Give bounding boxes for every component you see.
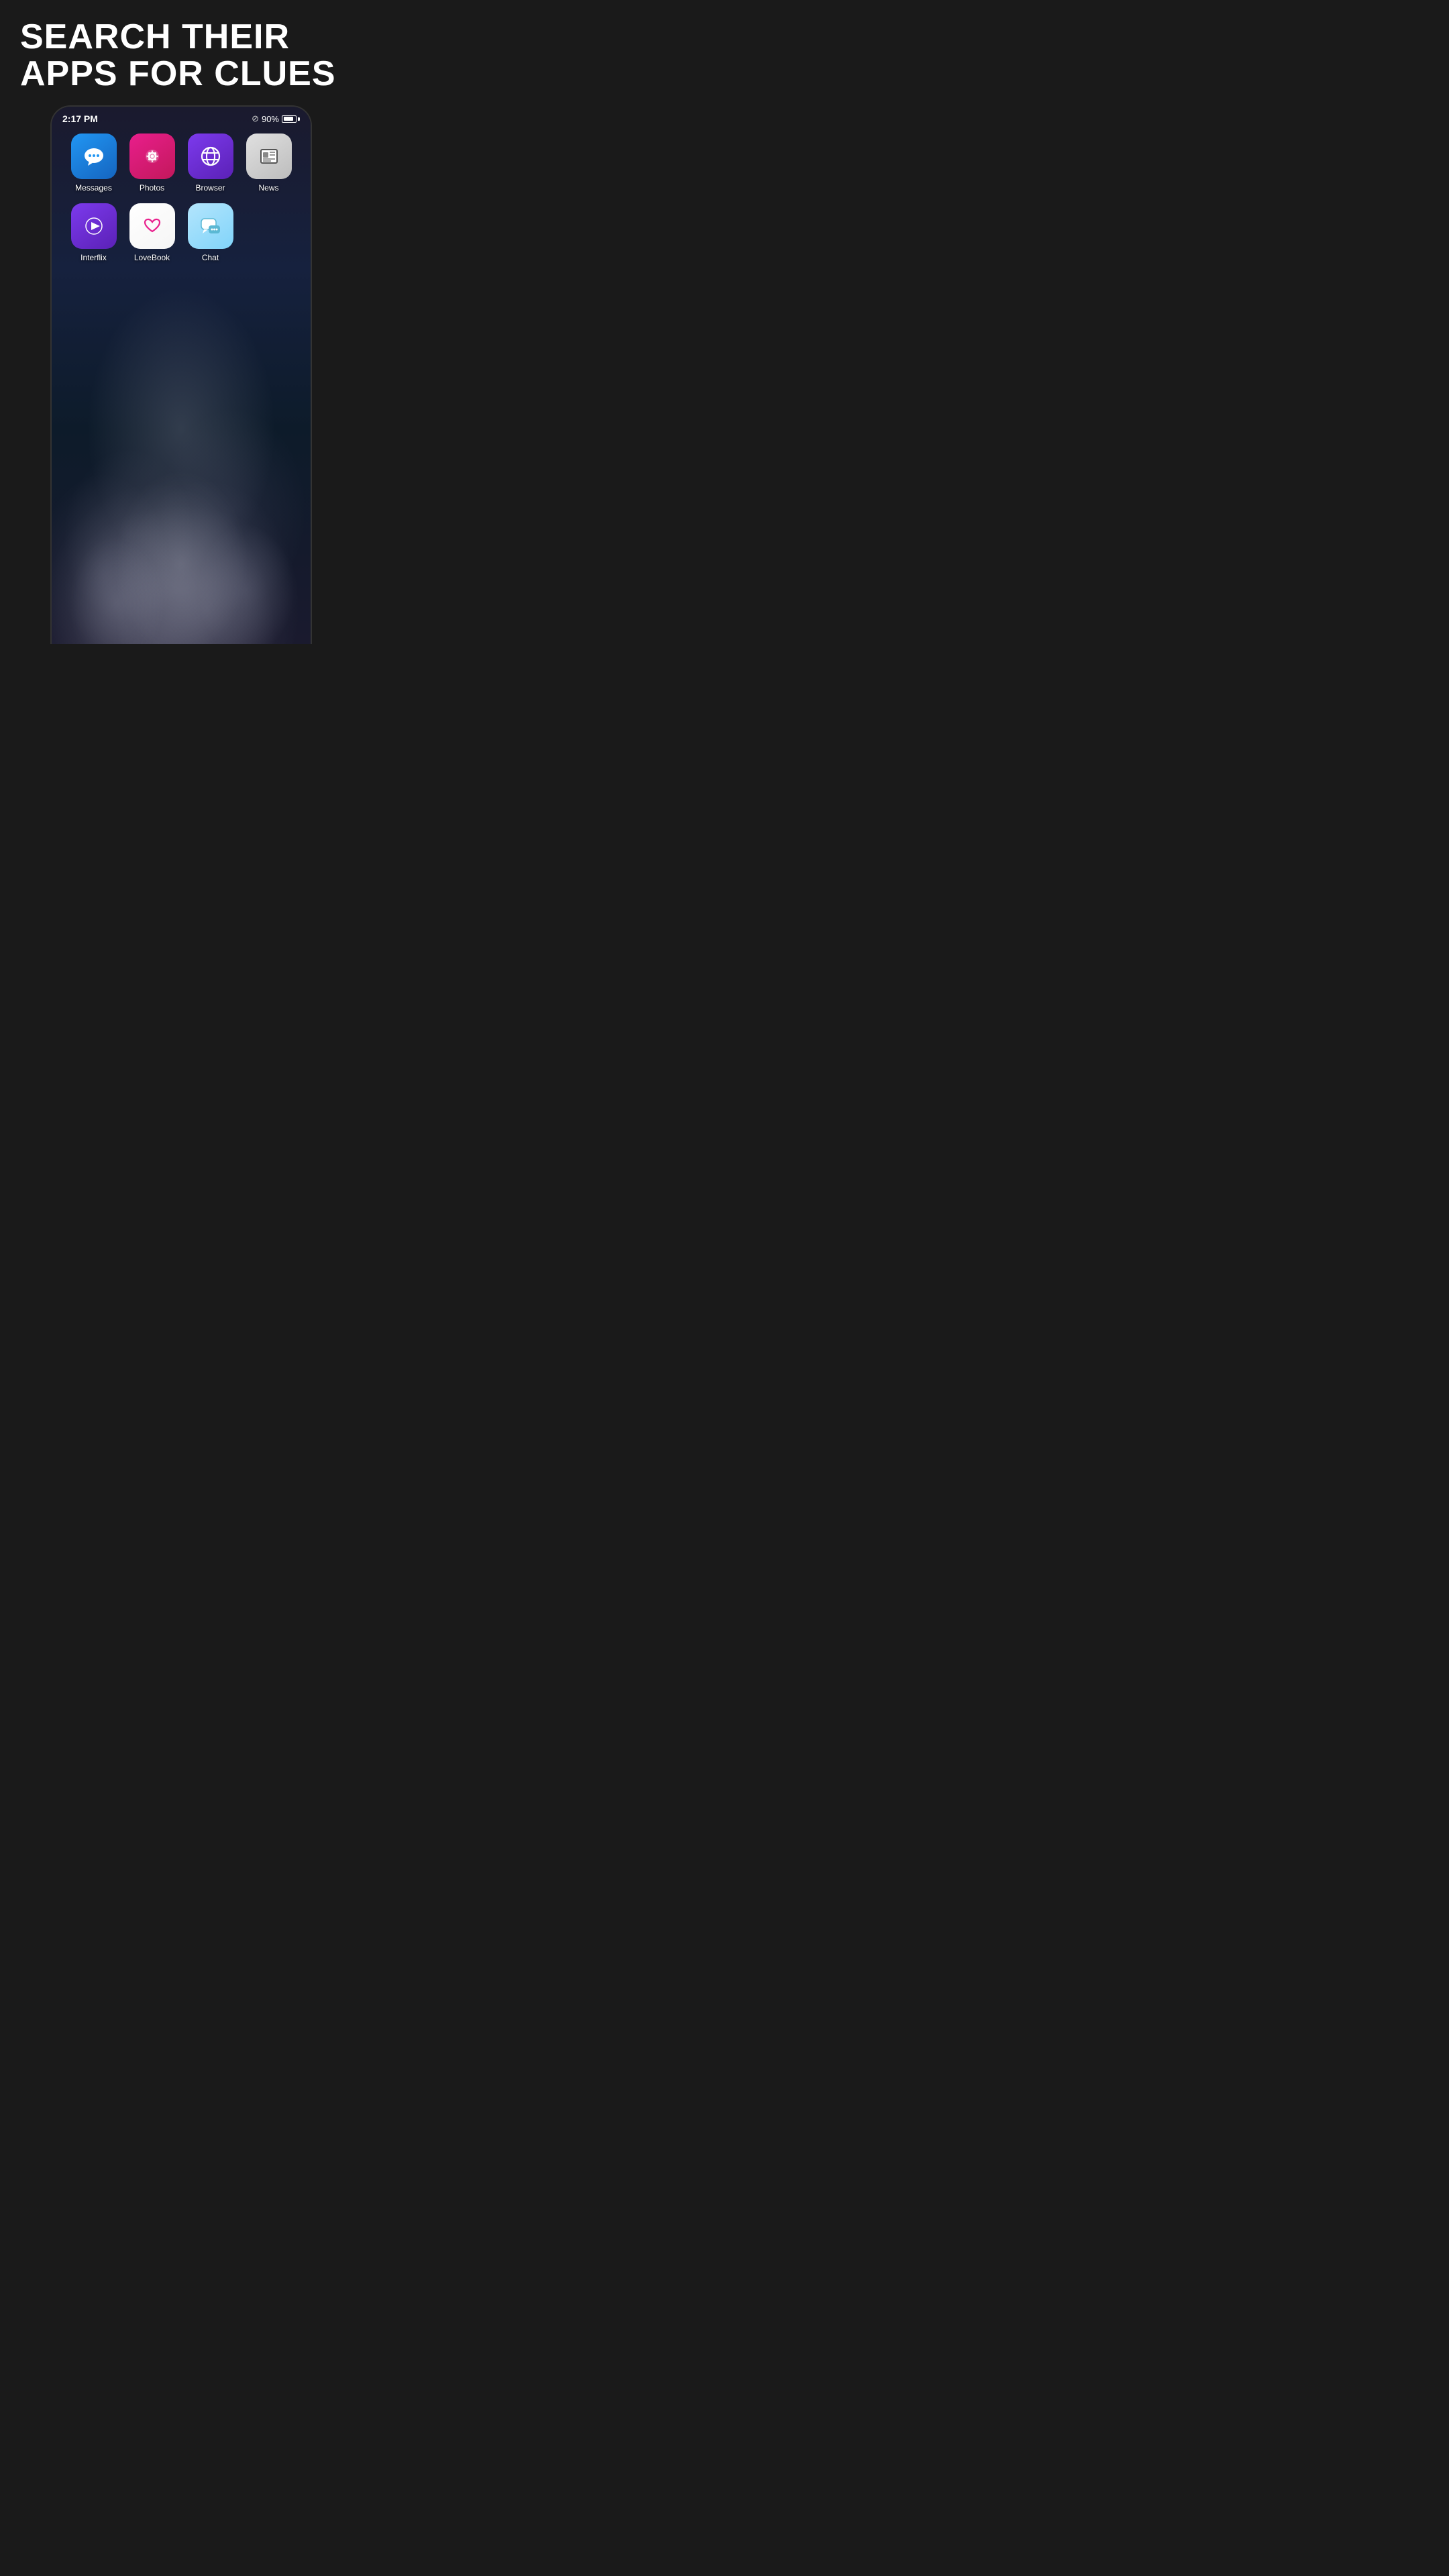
- battery-icon: [282, 115, 300, 123]
- apps-row-1: Messages: [52, 128, 311, 198]
- chat-label: Chat: [202, 253, 219, 262]
- battery-fill: [284, 117, 293, 121]
- chat-icon: [188, 203, 233, 249]
- headline-text: SEARCH THEIR APPS FOR CLUES: [20, 19, 342, 92]
- news-label: News: [258, 183, 278, 193]
- empty-slot: [246, 203, 292, 249]
- messages-label: Messages: [75, 183, 112, 193]
- app-chat[interactable]: Chat: [184, 203, 236, 262]
- browser-label: Browser: [195, 183, 225, 193]
- status-time: 2:17 PM: [62, 113, 98, 124]
- photos-label: Photos: [140, 183, 164, 193]
- app-messages[interactable]: Messages: [68, 133, 119, 193]
- lovebook-icon: [129, 203, 175, 249]
- app-empty: [243, 203, 294, 262]
- no-disturb-icon: ⊘: [252, 113, 259, 124]
- photos-icon: [129, 133, 175, 179]
- battery-percent: 90%: [262, 114, 279, 124]
- status-bar: 2:17 PM ⊘ 90%: [52, 107, 311, 128]
- apps-row-2: Interflix LoveBook: [52, 198, 311, 268]
- headline-line1: SEARCH THEIR: [20, 17, 290, 56]
- browser-icon: [188, 133, 233, 179]
- status-right: ⊘ 90%: [252, 113, 300, 124]
- headline-line2: APPS FOR CLUES: [20, 54, 336, 93]
- battery-body: [282, 115, 297, 123]
- app-photos[interactable]: Photos: [126, 133, 178, 193]
- phone-screen: 2:17 PM ⊘ 90%: [52, 107, 311, 644]
- battery-tip: [298, 117, 300, 121]
- smoke-layer2: [52, 376, 311, 644]
- news-icon: [246, 133, 292, 179]
- phone-frame: 2:17 PM ⊘ 90%: [50, 105, 312, 644]
- app-interflix[interactable]: Interflix: [68, 203, 119, 262]
- app-lovebook[interactable]: LoveBook: [126, 203, 178, 262]
- lovebook-label: LoveBook: [134, 253, 170, 262]
- headline-section: SEARCH THEIR APPS FOR CLUES: [0, 0, 362, 105]
- app-browser[interactable]: Browser: [184, 133, 236, 193]
- messages-icon: [71, 133, 117, 179]
- interflix-label: Interflix: [80, 253, 107, 262]
- app-news[interactable]: News: [243, 133, 294, 193]
- interflix-icon: [71, 203, 117, 249]
